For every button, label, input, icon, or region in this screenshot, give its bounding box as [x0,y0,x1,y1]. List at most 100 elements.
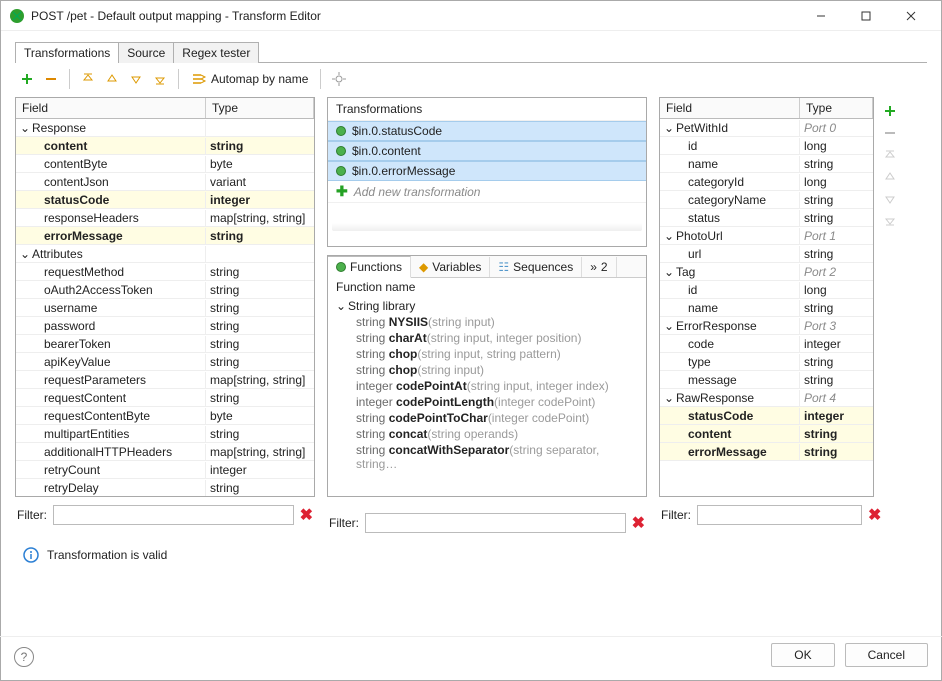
mid-filter-input[interactable] [365,513,626,533]
function-item[interactable]: integer codePointAt(string input, intege… [328,378,646,394]
field-row[interactable]: requestContentstring [16,389,314,407]
tree-group[interactable]: ⌄PhotoUrlPort 1 [660,227,873,245]
tree-group[interactable]: ⌄ErrorResponsePort 3 [660,317,873,335]
right-filter-input[interactable] [697,505,862,525]
function-item[interactable]: integer codePointLength(integer codePoin… [328,394,646,410]
move-bottom-icon[interactable] [880,211,900,231]
remove-icon[interactable] [880,123,900,143]
function-list[interactable]: ⌄String library string NYSIIS(string inp… [328,296,646,496]
window-title: POST /pet - Default output mapping - Tra… [31,9,798,23]
fn-group[interactable]: String library [348,299,415,313]
transformation-row[interactable]: $in.0.content [328,141,646,161]
left-tree[interactable]: ⌄ResponsecontentstringcontentBytebytecon… [16,119,314,497]
field-row[interactable]: retryDelaystring [16,479,314,497]
subtab-functions[interactable]: Functions [328,256,411,278]
field-row[interactable]: contentstring [16,137,314,155]
col-field[interactable]: Field [660,98,800,118]
field-row[interactable]: namestring [660,155,873,173]
tab-regex-tester[interactable]: Regex tester [173,42,259,63]
move-down-icon[interactable] [880,189,900,209]
field-row[interactable]: urlstring [660,245,873,263]
move-top-icon[interactable] [78,69,98,89]
subtab-variables[interactable]: ◆Variables [411,257,490,277]
field-row[interactable]: contentstring [660,425,873,443]
tree-group[interactable]: ⌄PetWithIdPort 0 [660,119,873,137]
field-row[interactable]: statusCodeinteger [660,407,873,425]
field-row[interactable]: bearerTokenstring [16,335,314,353]
field-row[interactable]: responseHeadersmap[string, string] [16,209,314,227]
field-row[interactable]: typestring [660,353,873,371]
field-row[interactable]: messagestring [660,371,873,389]
remove-icon[interactable] [41,69,61,89]
field-row[interactable]: additionalHTTPHeadersmap[string, string] [16,443,314,461]
transformations-panel: Transformations $in.0.statusCode$in.0.co… [327,97,647,247]
tree-group[interactable]: ⌄Response [16,119,314,137]
add-transformation[interactable]: ✚ Add new transformation [328,181,646,203]
field-row[interactable]: retryCountinteger [16,461,314,479]
function-item[interactable]: string concatWithSeparator(string separa… [328,442,646,472]
clear-icon[interactable]: ✖ [632,513,645,533]
field-row[interactable]: errorMessagestring [16,227,314,245]
col-type[interactable]: Type [206,98,314,118]
function-item[interactable]: string concat(string operands) [328,426,646,442]
subtab-more[interactable]: »2 [582,257,616,277]
move-up-icon[interactable] [880,167,900,187]
field-row[interactable]: idlong [660,137,873,155]
field-row[interactable]: requestParametersmap[string, string] [16,371,314,389]
field-row[interactable]: categoryIdlong [660,173,873,191]
function-item[interactable]: string NYSIIS(string input) [328,314,646,330]
function-item[interactable]: string charAt(string input, integer posi… [328,330,646,346]
field-row[interactable]: apiKeyValuestring [16,353,314,371]
functions-panel: Functions ◆Variables ☷Sequences »2 Funct… [327,255,647,497]
clear-icon[interactable]: ✖ [300,505,313,525]
minimize-button[interactable] [798,2,843,30]
cancel-button[interactable]: Cancel [845,643,928,667]
left-filter-input[interactable] [53,505,294,525]
function-item[interactable]: string codePointToChar(integer codePoint… [328,410,646,426]
field-row[interactable]: requestContentBytebyte [16,407,314,425]
field-row[interactable]: contentBytebyte [16,155,314,173]
function-item[interactable]: string chop(string input) [328,362,646,378]
automap-icon [191,72,207,86]
gear-icon[interactable] [329,69,349,89]
field-row[interactable]: errorMessagestring [660,443,873,461]
col-type[interactable]: Type [800,98,873,118]
col-field[interactable]: Field [16,98,206,118]
transformations-title: Transformations [328,98,646,121]
field-row[interactable]: oAuth2AccessTokenstring [16,281,314,299]
subtab-sequences[interactable]: ☷Sequences [490,257,582,277]
transformation-row[interactable]: $in.0.statusCode [328,121,646,141]
move-down-icon[interactable] [126,69,146,89]
field-row[interactable]: statusstring [660,209,873,227]
automap-button[interactable]: Automap by name [187,72,312,86]
transformation-row[interactable]: $in.0.errorMessage [328,161,646,181]
close-button[interactable] [888,2,933,30]
right-tree[interactable]: ⌄PetWithIdPort 0idlongnamestringcategory… [660,119,873,461]
field-row[interactable]: requestMethodstring [16,263,314,281]
field-row[interactable]: contentJsonvariant [16,173,314,191]
tree-group[interactable]: ⌄TagPort 2 [660,263,873,281]
field-row[interactable]: usernamestring [16,299,314,317]
maximize-button[interactable] [843,2,888,30]
field-row[interactable]: categoryNamestring [660,191,873,209]
add-icon[interactable] [17,69,37,89]
field-row[interactable]: idlong [660,281,873,299]
info-icon [23,547,39,563]
main-tabs: Transformations Source Regex tester [15,41,927,63]
field-row[interactable]: codeinteger [660,335,873,353]
add-transformation-label: Add new transformation [354,185,481,199]
add-icon[interactable] [880,101,900,121]
tab-transformations[interactable]: Transformations [15,42,119,63]
tree-group[interactable]: ⌄RawResponsePort 4 [660,389,873,407]
move-up-icon[interactable] [102,69,122,89]
tab-source[interactable]: Source [118,42,174,63]
move-bottom-icon[interactable] [150,69,170,89]
function-item[interactable]: string chop(string input, string pattern… [328,346,646,362]
field-row[interactable]: statusCodeinteger [16,191,314,209]
tree-group[interactable]: ⌄Attributes [16,245,314,263]
ok-button[interactable]: OK [771,643,834,667]
field-row[interactable]: passwordstring [16,317,314,335]
field-row[interactable]: namestring [660,299,873,317]
field-row[interactable]: multipartEntitiesstring [16,425,314,443]
move-top-icon[interactable] [880,145,900,165]
